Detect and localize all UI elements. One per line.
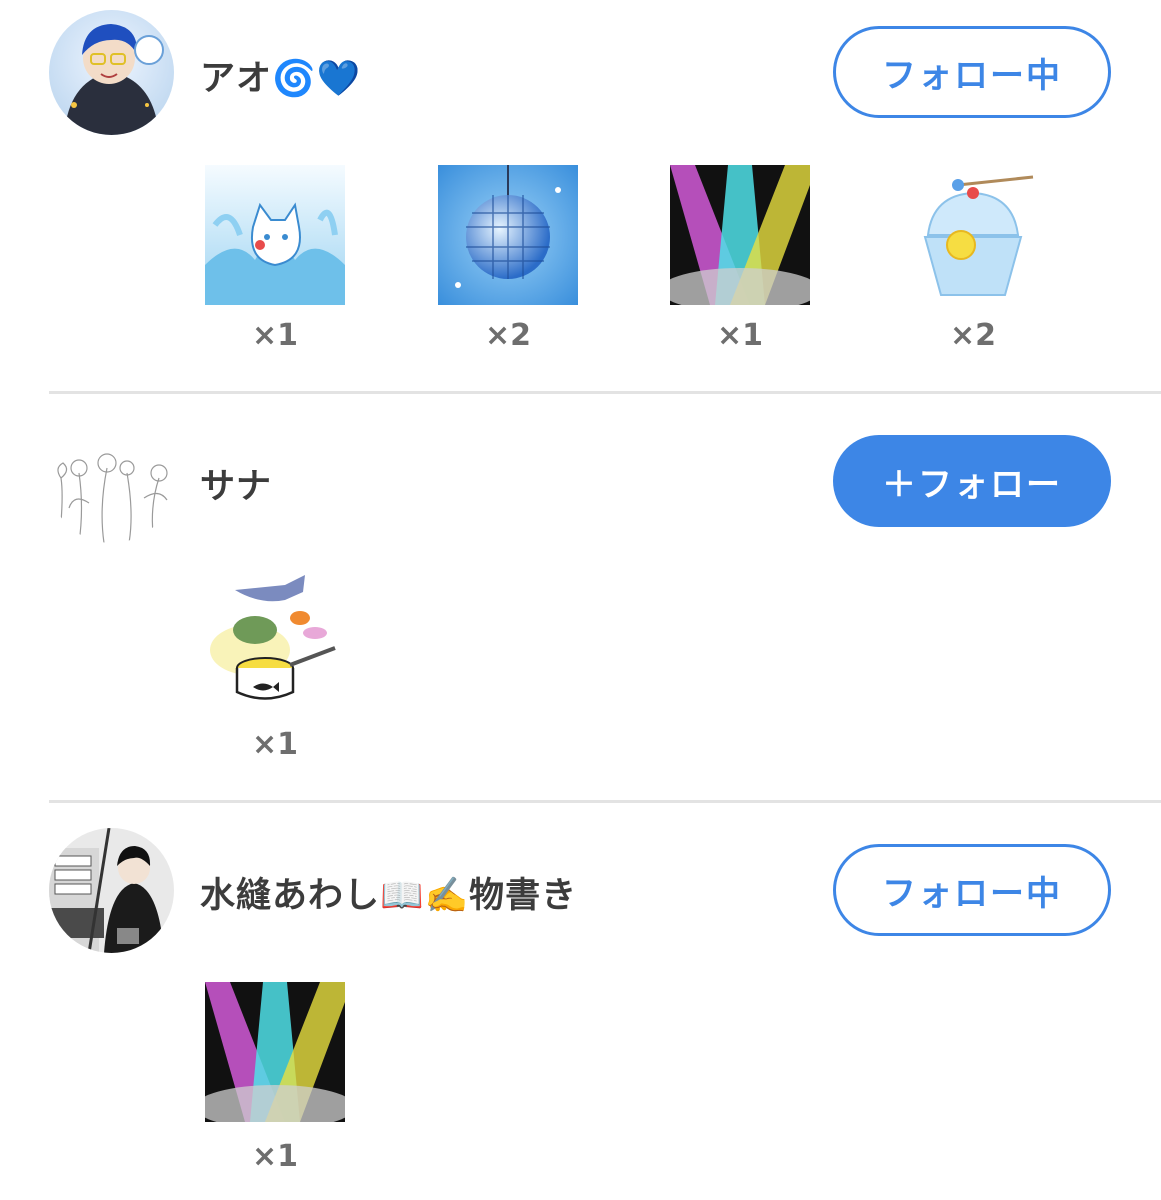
gift-count: ×1 [716, 318, 763, 353]
gift-count: ×2 [484, 318, 531, 353]
gift-count: ×2 [949, 318, 996, 353]
gift-count: ×1 [251, 318, 298, 353]
gift-count: ×1 [251, 1139, 298, 1174]
user-row-2: サナ ＋フォロー ×1 [0, 395, 1161, 805]
avatar[interactable] [49, 10, 174, 135]
cat-splash-icon [205, 165, 345, 305]
divider [49, 391, 1161, 394]
following-button[interactable]: フォロー中 [833, 26, 1111, 118]
divider [49, 800, 1161, 803]
avatar[interactable] [49, 828, 174, 953]
follow-button[interactable]: ＋フォロー [833, 435, 1111, 527]
user-row-3: 水縫あわし📖✍️物書き フォロー中 ×1 [0, 804, 1161, 1200]
user-row-1: アオ🌀💙 フォロー中 ×1 ×2 ×1 ×2 [0, 0, 1161, 395]
gift-disco-ball [438, 165, 578, 305]
gift-count: ×1 [251, 727, 298, 762]
gift-spotlights [670, 165, 810, 305]
following-button[interactable]: フォロー中 [833, 844, 1111, 936]
gift-cat-splash [205, 165, 345, 305]
disco-ball-icon [438, 165, 578, 305]
gift-spotlights [205, 982, 345, 1122]
spotlights-icon [670, 165, 810, 305]
username[interactable]: 水縫あわし📖✍️物書き [200, 867, 577, 918]
gift-shaved-ice [903, 165, 1043, 305]
fish-can-icon [205, 570, 345, 710]
shaved-ice-icon [903, 165, 1043, 305]
username[interactable]: サナ [200, 458, 272, 509]
spotlights-icon [205, 982, 345, 1122]
avatar[interactable] [49, 418, 174, 543]
gift-fish-can [205, 570, 345, 710]
username[interactable]: アオ🌀💙 [200, 50, 361, 101]
